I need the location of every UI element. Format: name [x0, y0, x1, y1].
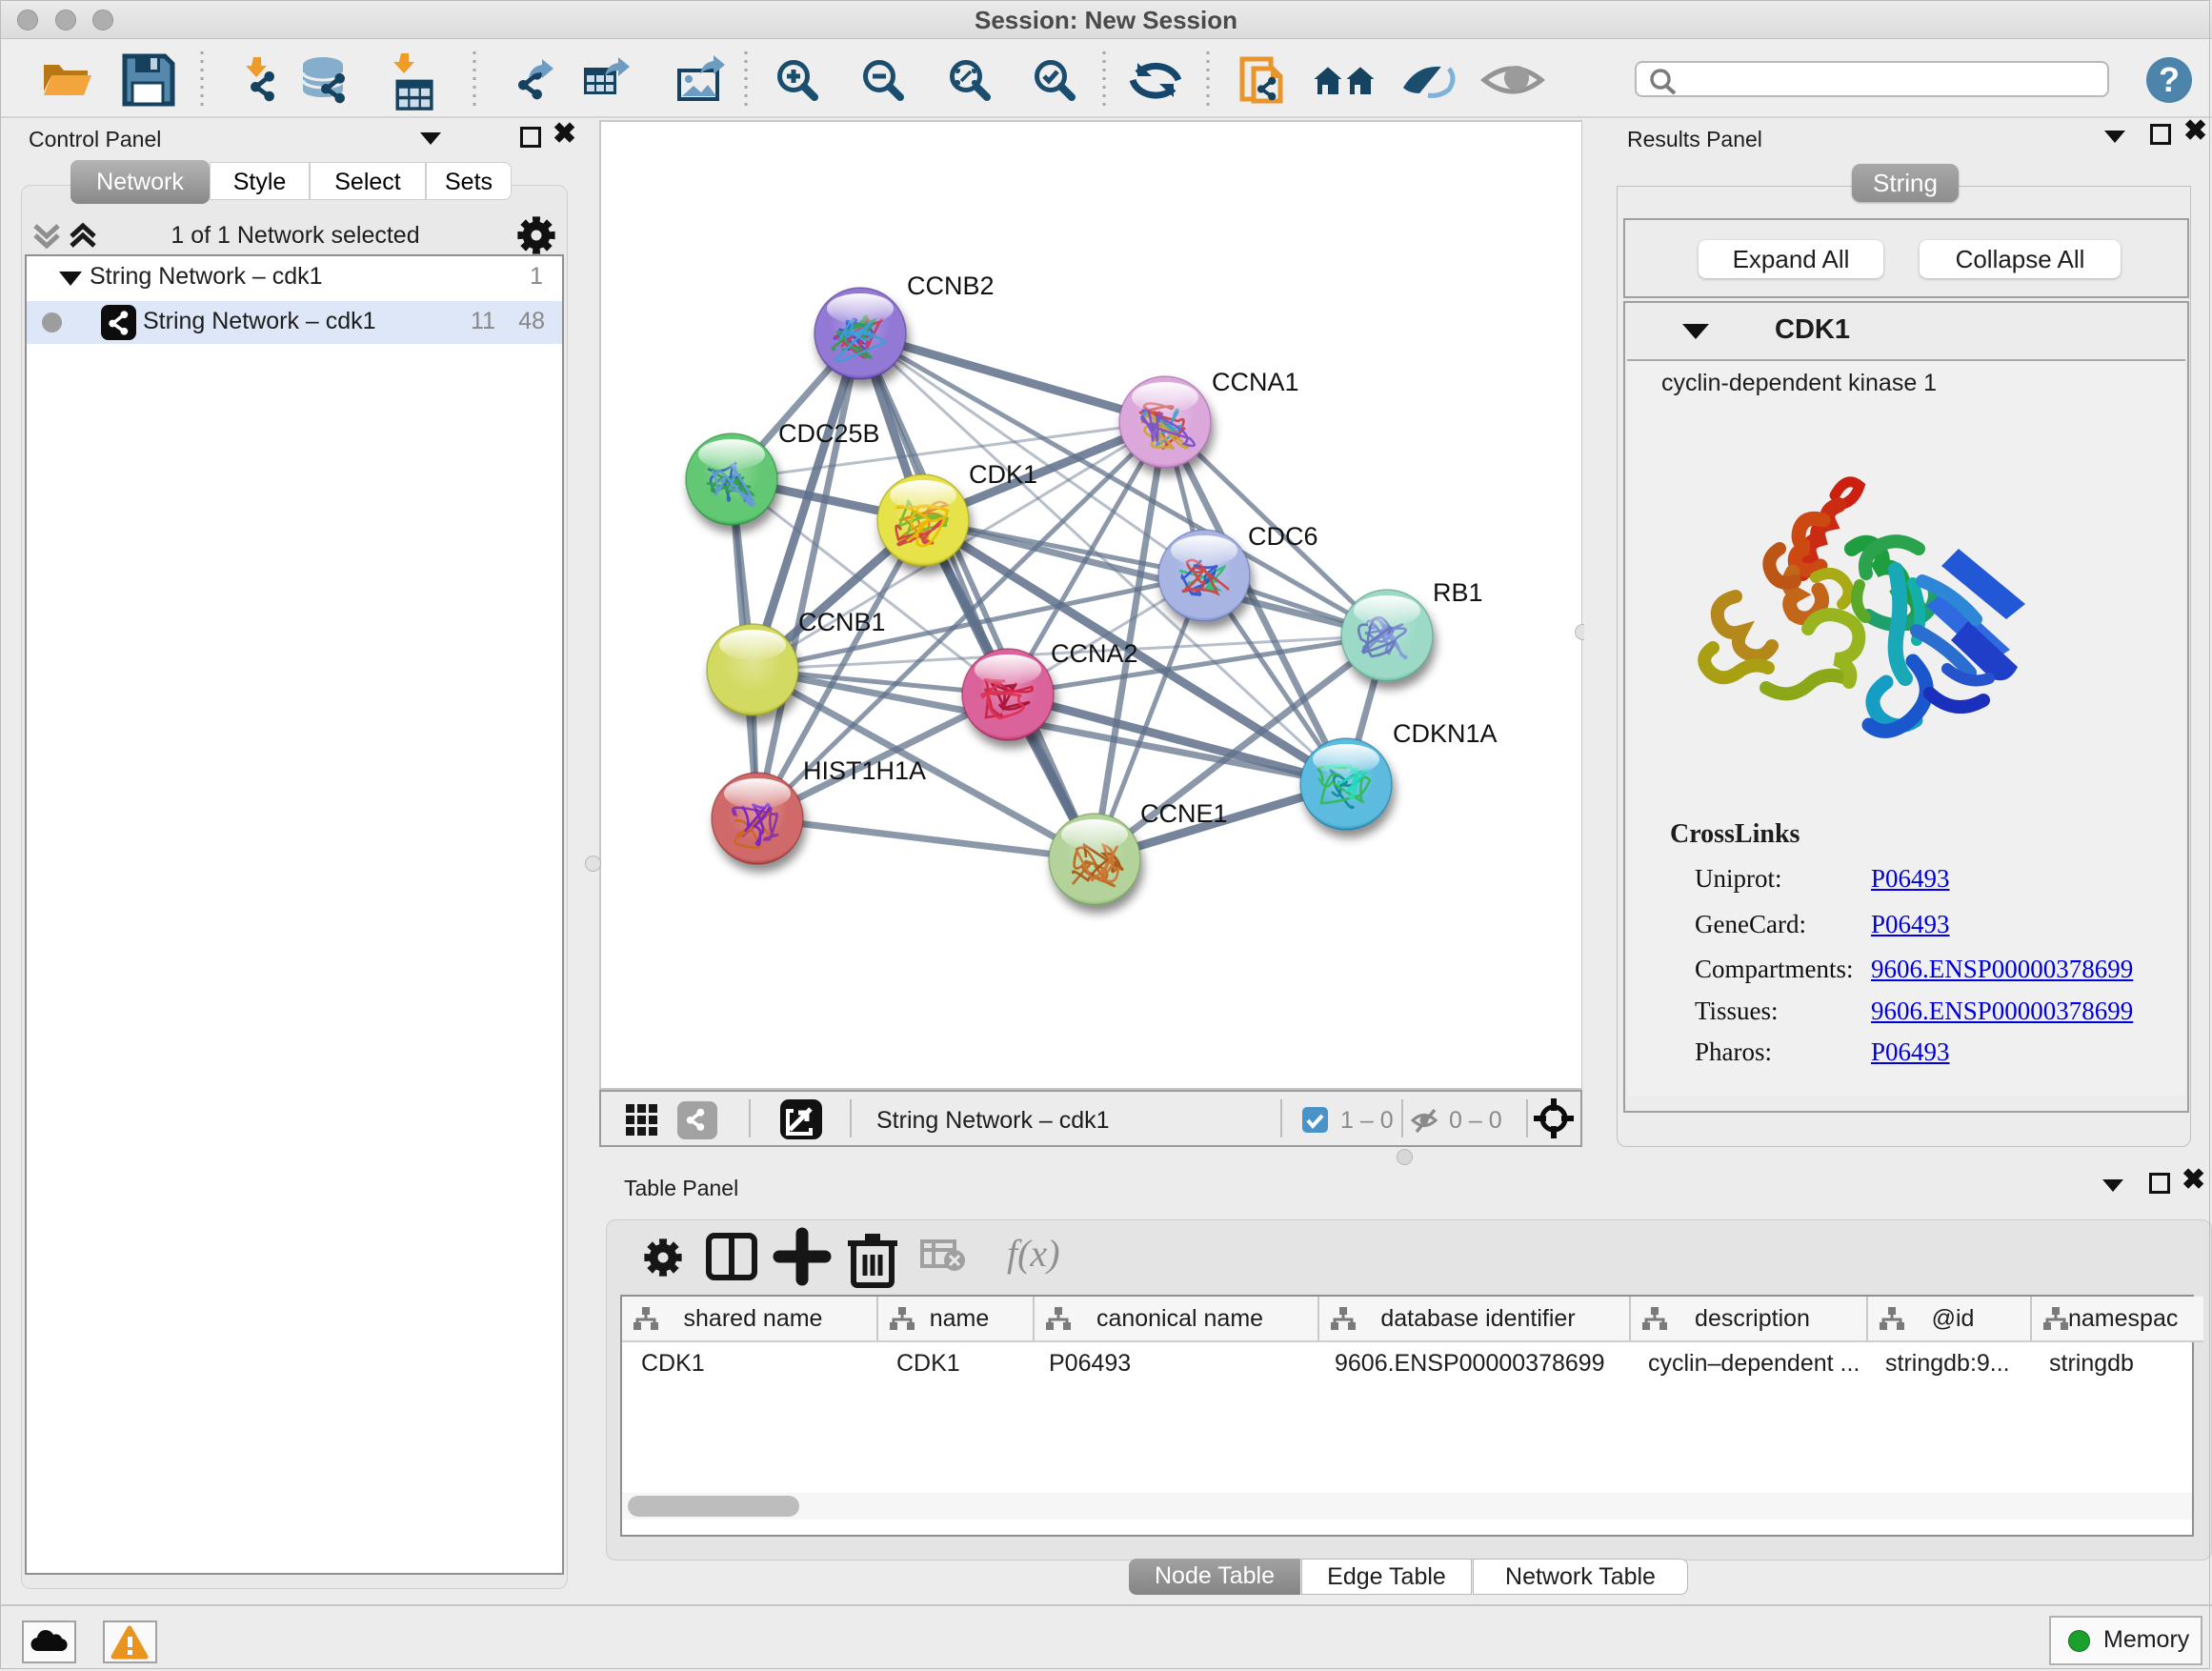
svg-text:?: ?	[2159, 60, 2180, 99]
svg-text:1 – 0: 1 – 0	[1340, 1107, 1394, 1134]
svg-text:0 – 0: 0 – 0	[1449, 1107, 1502, 1134]
svg-text:CCNB1: CCNB1	[798, 608, 886, 636]
svg-text:CCNB2: CCNB2	[907, 272, 995, 300]
svg-text:CDKN1A: CDKN1A	[1393, 719, 1498, 748]
svg-text:CDK1: CDK1	[969, 460, 1037, 489]
svg-text:HIST1H1A: HIST1H1A	[803, 756, 926, 785]
svg-text:CDC25B: CDC25B	[778, 419, 880, 448]
svg-text:CDC6: CDC6	[1248, 522, 1318, 551]
svg-text:CCNA1: CCNA1	[1212, 368, 1299, 396]
svg-text:CCNA2: CCNA2	[1051, 639, 1138, 668]
svg-text:CCNE1: CCNE1	[1140, 799, 1228, 828]
svg-text:RB1: RB1	[1433, 578, 1483, 607]
svg-text:String Network – cdk1: String Network – cdk1	[876, 1107, 1110, 1134]
svg-text:f(x): f(x)	[1007, 1232, 1060, 1275]
